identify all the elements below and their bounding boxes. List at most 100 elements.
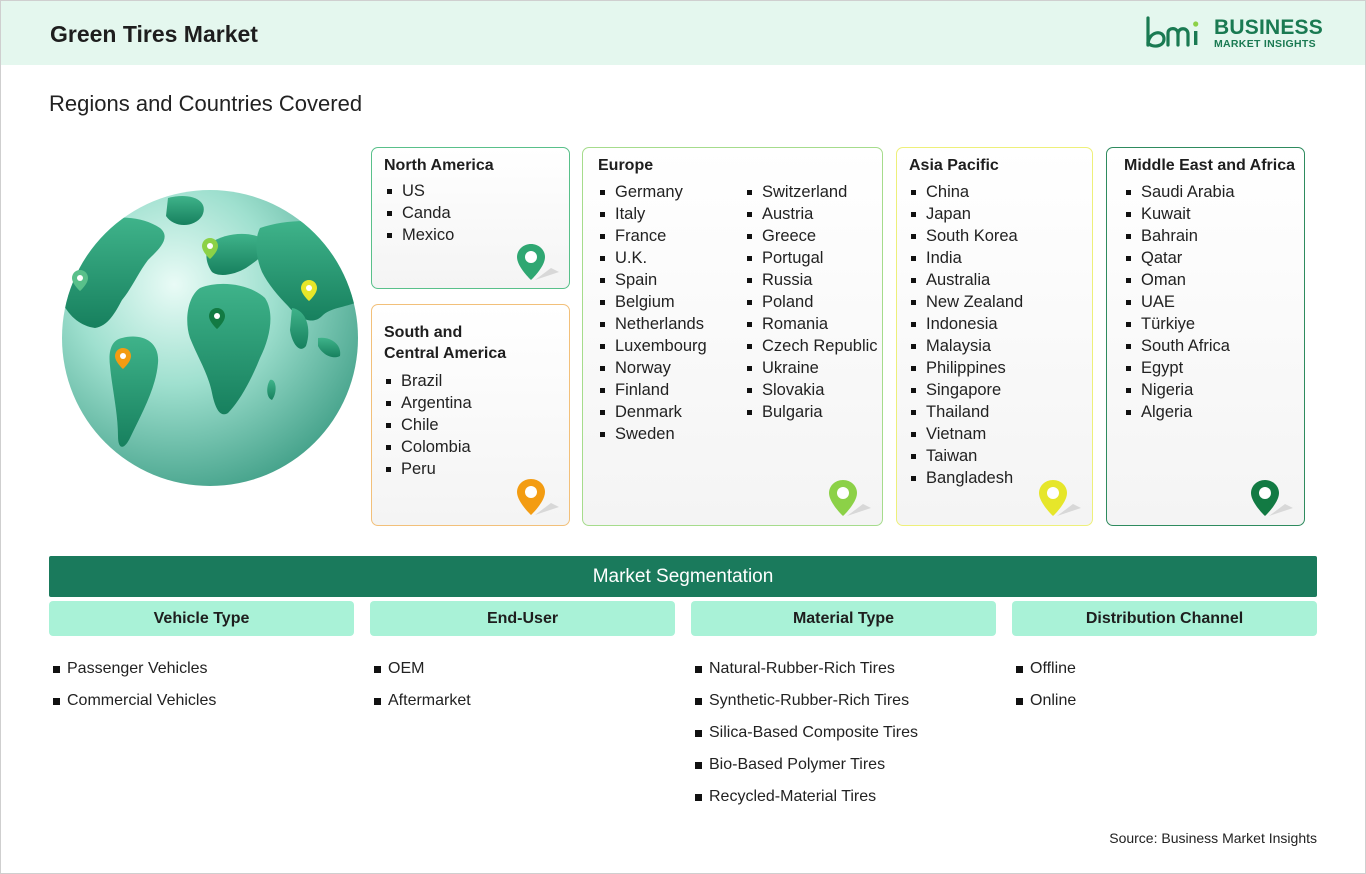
list-item: Brazil xyxy=(384,370,472,392)
country-list-middle-east-africa: Saudi Arabia Kuwait Bahrain Qatar Oman U… xyxy=(1124,181,1235,423)
list-item: Indonesia xyxy=(909,313,1023,335)
list-item: Silica-Based Composite Tires xyxy=(695,717,918,749)
list-item: Austria xyxy=(745,203,878,225)
logo-text-business: BUSINESS xyxy=(1214,16,1323,39)
list-item: Nigeria xyxy=(1124,379,1235,401)
list-item: Offline xyxy=(1016,653,1076,685)
world-globe-illustration xyxy=(62,190,358,486)
list-item: OEM xyxy=(374,653,471,685)
list-item: Thailand xyxy=(909,401,1023,423)
list-item: Bio-Based Polymer Tires xyxy=(695,749,918,781)
country-list-europe-col2: Switzerland Austria Greece Portugal Russ… xyxy=(745,181,878,423)
list-item: Luxembourg xyxy=(598,335,707,357)
region-card-middle-east-africa: Middle East and Africa Saudi Arabia Kuwa… xyxy=(1106,147,1305,526)
list-item: Canda xyxy=(385,202,454,224)
list-item: Peru xyxy=(384,458,472,480)
map-pin-icon xyxy=(829,480,871,516)
list-item: Chile xyxy=(384,414,472,436)
region-card-asia-pacific: Asia Pacific China Japan South Korea Ind… xyxy=(896,147,1093,526)
list-item: Finland xyxy=(598,379,707,401)
list-item: Passenger Vehicles xyxy=(53,653,216,685)
region-card-north-america: North America US Canda Mexico xyxy=(371,147,570,289)
list-item: Egypt xyxy=(1124,357,1235,379)
logo-text-market-insights: MARKET INSIGHTS xyxy=(1214,38,1316,50)
map-pin-icon xyxy=(1251,480,1293,516)
list-item: India xyxy=(909,247,1023,269)
list-item: France xyxy=(598,225,707,247)
region-title-line1: South and xyxy=(384,324,463,341)
list-item: Qatar xyxy=(1124,247,1235,269)
map-pin-icon xyxy=(517,244,559,280)
list-item: South Africa xyxy=(1124,335,1235,357)
region-title-middle-east-africa: Middle East and Africa xyxy=(1124,157,1295,174)
list-item: Vietnam xyxy=(909,423,1023,445)
list-item: Algeria xyxy=(1124,401,1235,423)
list-item: Italy xyxy=(598,203,707,225)
list-item: Kuwait xyxy=(1124,203,1235,225)
list-item: Natural-Rubber-Rich Tires xyxy=(695,653,918,685)
list-item: U.K. xyxy=(598,247,707,269)
list-item: Portugal xyxy=(745,247,878,269)
page-title: Green Tires Market xyxy=(50,21,258,47)
source-note: Source: Business Market Insights xyxy=(1109,830,1317,846)
segment-list-material-type: Natural-Rubber-Rich Tires Synthetic-Rubb… xyxy=(695,653,918,813)
list-item: Slovakia xyxy=(745,379,878,401)
brand-logo: BUSINESS MARKET INSIGHTS xyxy=(1144,15,1324,51)
region-title-south-central-america: South and Central America xyxy=(384,322,506,364)
list-item: Switzerland xyxy=(745,181,878,203)
map-pin-icon xyxy=(517,479,559,515)
segment-list-distribution-channel: Offline Online xyxy=(1016,653,1076,717)
region-title-europe: Europe xyxy=(598,157,654,174)
country-list-south-central-america: Brazil Argentina Chile Colombia Peru xyxy=(384,370,472,480)
map-pin-icon xyxy=(1039,480,1081,516)
list-item: Belgium xyxy=(598,291,707,313)
list-item: Romania xyxy=(745,313,878,335)
segment-heading-end-user: End-User xyxy=(370,601,675,636)
list-item: Netherlands xyxy=(598,313,707,335)
list-item: Denmark xyxy=(598,401,707,423)
list-item: Synthetic-Rubber-Rich Tires xyxy=(695,685,918,717)
segment-heading-distribution-channel: Distribution Channel xyxy=(1012,601,1317,636)
list-item: Bahrain xyxy=(1124,225,1235,247)
segment-heading-material-type: Material Type xyxy=(691,601,996,636)
list-item: Recycled-Material Tires xyxy=(695,781,918,813)
list-item: Spain xyxy=(598,269,707,291)
list-item: Norway xyxy=(598,357,707,379)
region-title-line2: Central America xyxy=(384,345,507,362)
list-item: Mexico xyxy=(385,224,454,246)
list-item: Ukraine xyxy=(745,357,878,379)
list-item: Saudi Arabia xyxy=(1124,181,1235,203)
list-item: China xyxy=(909,181,1023,203)
region-title-asia-pacific: Asia Pacific xyxy=(909,157,999,174)
list-item: Bulgaria xyxy=(745,401,878,423)
list-item: Poland xyxy=(745,291,878,313)
list-item: Aftermarket xyxy=(374,685,471,717)
list-item: Philippines xyxy=(909,357,1023,379)
list-item: South Korea xyxy=(909,225,1023,247)
bmi-logo-icon xyxy=(1146,16,1199,48)
list-item: UAE xyxy=(1124,291,1235,313)
list-item: Commercial Vehicles xyxy=(53,685,216,717)
list-item: New Zealand xyxy=(909,291,1023,313)
list-item: Online xyxy=(1016,685,1076,717)
region-title-north-america: North America xyxy=(384,157,494,174)
list-item: Taiwan xyxy=(909,445,1023,467)
region-card-europe: Europe Germany Italy France U.K. Spain B… xyxy=(582,147,883,526)
country-list-asia-pacific: China Japan South Korea India Australia … xyxy=(909,181,1023,489)
list-item: Russia xyxy=(745,269,878,291)
list-item: Argentina xyxy=(384,392,472,414)
list-item: Australia xyxy=(909,269,1023,291)
list-item: Oman xyxy=(1124,269,1235,291)
list-item: Sweden xyxy=(598,423,707,445)
region-card-south-central-america: South and Central America Brazil Argenti… xyxy=(371,304,570,526)
market-segmentation-banner: Market Segmentation xyxy=(49,556,1317,597)
list-item: Malaysia xyxy=(909,335,1023,357)
country-list-europe-col1: Germany Italy France U.K. Spain Belgium … xyxy=(598,181,707,445)
list-item: Colombia xyxy=(384,436,472,458)
list-item: Greece xyxy=(745,225,878,247)
segment-heading-vehicle-type: Vehicle Type xyxy=(49,601,354,636)
list-item: Türkiye xyxy=(1124,313,1235,335)
list-item: US xyxy=(385,180,454,202)
list-item: Japan xyxy=(909,203,1023,225)
section-subtitle: Regions and Countries Covered xyxy=(49,91,363,116)
